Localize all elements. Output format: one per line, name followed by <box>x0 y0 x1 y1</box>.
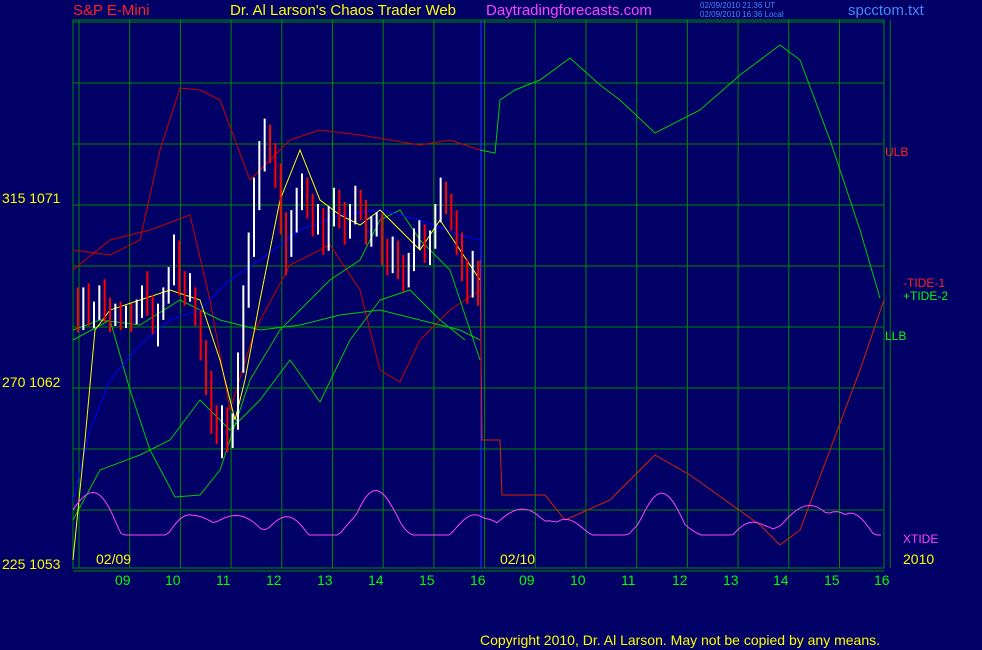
moving-average-line <box>72 209 481 501</box>
y-tick-label: 315 1071 <box>2 190 61 206</box>
timestamp-ut: 02/09/2010 21:36 UT <box>700 1 776 10</box>
chart-title: Dr. Al Larson's Chaos Trader Web <box>230 2 457 19</box>
x-tick-label: 09 <box>519 572 535 588</box>
lower-band-line <box>72 209 481 498</box>
x-tick-label: 10 <box>165 572 181 588</box>
x-tick-label: 15 <box>419 572 435 588</box>
price-bars <box>77 118 479 459</box>
x-tick-label: 09 <box>115 572 131 588</box>
x-tick-label: 12 <box>672 572 688 588</box>
xtide-label: XTIDE <box>903 532 939 546</box>
y-tick-label: 225 1053 <box>2 556 61 572</box>
x-tick-label: 14 <box>368 572 384 588</box>
x-tick-label: 11 <box>216 572 231 588</box>
xtide-line <box>72 490 881 536</box>
file-label: spcctom.txt <box>848 2 924 19</box>
tide1-label: -TIDE-1 <box>903 276 945 290</box>
llb-label: LLB <box>885 329 907 343</box>
timestamp-local: 02/09/2010 16:36 Local <box>700 10 784 19</box>
x-tick-label: 10 <box>570 572 586 588</box>
x-tick-label: 13 <box>723 572 739 588</box>
ulb-label: ULB <box>885 145 909 159</box>
y-tick-label: 270 1062 <box>2 374 61 390</box>
ema-line <box>72 148 481 561</box>
x-tick-label: 13 <box>317 572 333 588</box>
x-tick-label: 15 <box>824 572 840 588</box>
x-tick-label: 16 <box>470 572 486 588</box>
x-tick-label: 11 <box>621 572 636 588</box>
site-label: Daytradingforecasts.com <box>486 2 652 19</box>
x-tick-label: 16 <box>874 572 890 588</box>
tide2-label: +TIDE-2 <box>903 289 949 303</box>
chart-window: S&P E-Mini Dr. Al Larson's Chaos Trader … <box>0 0 982 650</box>
date-label: 2010 <box>903 551 935 567</box>
chart-plot <box>72 19 891 572</box>
llb-curve-line <box>72 299 481 341</box>
x-tick-label: 12 <box>266 572 282 588</box>
x-tick-label: 14 <box>773 572 789 588</box>
date-label: 02/09 <box>96 551 132 567</box>
tide1-projection-line <box>479 259 885 546</box>
market-label: S&P E-Mini <box>73 2 150 19</box>
copyright: Copyright 2010, Dr. Al Larson. May not b… <box>480 632 881 648</box>
date-label: 02/10 <box>500 551 536 567</box>
